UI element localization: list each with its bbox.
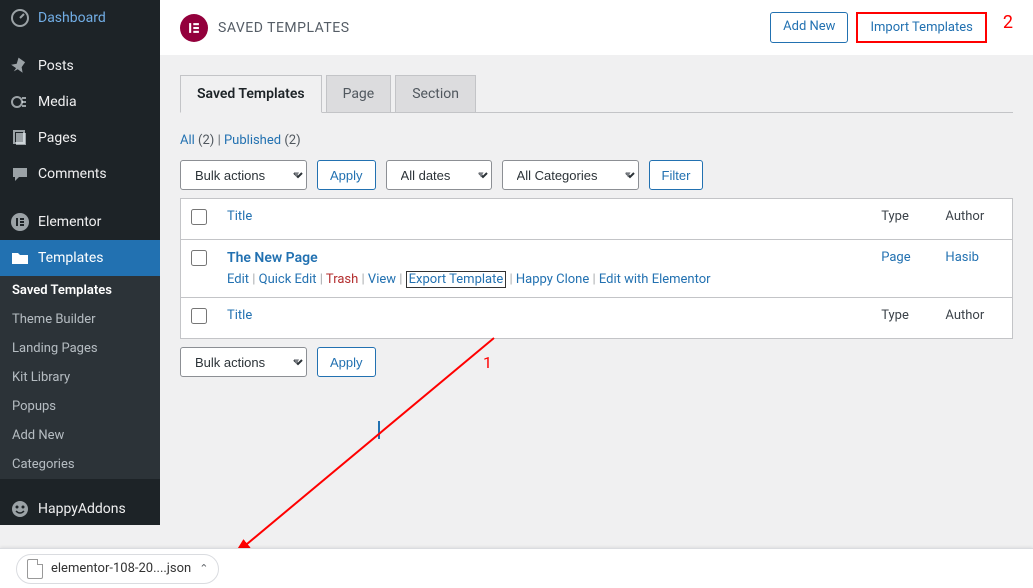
select-all-header <box>181 199 218 240</box>
header-actions: Add New Import Templates 2 <box>770 12 1013 43</box>
sidebar-item-posts[interactable]: Posts <box>0 48 160 84</box>
sub-categories[interactable]: Categories <box>0 450 160 479</box>
admin-sidebar: Dashboard Posts Media Pages Comments Ele… <box>0 0 160 525</box>
all-count: (2) <box>198 133 214 148</box>
row-title-link[interactable]: The New Page <box>227 250 318 266</box>
sidebar-label: Comments <box>38 166 107 182</box>
bulk-actions-select[interactable]: Bulk actions <box>180 160 307 190</box>
import-templates-button[interactable]: Import Templates <box>858 14 984 41</box>
sidebar-item-pages[interactable]: Pages <box>0 120 160 156</box>
elementor-icon <box>10 212 30 232</box>
action-trash[interactable]: Trash <box>326 272 358 287</box>
tablenav-top: Bulk actions Apply All dates All Categor… <box>180 160 1013 190</box>
col-title-footer[interactable]: Title <box>217 298 871 339</box>
annotation-1: 1 <box>483 353 492 372</box>
sub-kit-library[interactable]: Kit Library <box>0 363 160 392</box>
pin-icon <box>10 56 30 76</box>
row-checkbox[interactable] <box>191 250 207 266</box>
download-filename: elementor-108-20....json <box>51 561 191 576</box>
bulk-actions-select-bottom[interactable]: Bulk actions <box>180 347 307 377</box>
sidebar-item-media[interactable]: Media <box>0 84 160 120</box>
add-new-button[interactable]: Add New <box>770 12 848 43</box>
main-content: SAVED TEMPLATES Add New Import Templates… <box>160 0 1033 405</box>
tablenav-bottom: Bulk actions Apply <box>180 347 1013 377</box>
row-type[interactable]: Page <box>881 250 910 265</box>
filter-published[interactable]: Published <box>224 133 281 148</box>
action-happy-clone[interactable]: Happy Clone <box>516 272 589 287</box>
sidebar-label: Templates <box>38 250 104 266</box>
sub-add-new[interactable]: Add New <box>0 421 160 450</box>
comments-icon <box>10 164 30 184</box>
apply-button-top[interactable]: Apply <box>317 160 376 190</box>
chevron-up-icon: ⌃ <box>199 562 208 575</box>
select-all-checkbox-footer[interactable] <box>191 308 207 324</box>
col-type-footer: Type <box>871 298 935 339</box>
col-author-footer: Author <box>935 298 1012 339</box>
pages-icon <box>10 128 30 148</box>
sidebar-item-comments[interactable]: Comments <box>0 156 160 192</box>
col-type: Type <box>871 199 935 240</box>
import-highlight-box: Import Templates <box>856 12 986 43</box>
download-item[interactable]: elementor-108-20....json ⌃ <box>16 554 219 584</box>
tab-saved-templates[interactable]: Saved Templates <box>180 75 322 113</box>
sub-theme-builder[interactable]: Theme Builder <box>0 305 160 334</box>
sidebar-item-elementor[interactable]: Elementor <box>0 204 160 240</box>
sidebar-item-happyaddons[interactable]: HappyAddons <box>0 491 160 527</box>
action-export-template[interactable]: Export Template <box>406 271 507 288</box>
date-filter-select[interactable]: All dates <box>386 160 492 190</box>
templates-table: Title Type Author The New Page Edit | Qu… <box>180 198 1013 339</box>
status-filter-links: All (2) | Published (2) <box>180 133 1013 148</box>
select-all-checkbox[interactable] <box>191 209 207 225</box>
row-author[interactable]: Hasib <box>945 250 979 265</box>
sidebar-label: Elementor <box>38 214 101 230</box>
annotation-2: 2 <box>1003 12 1013 43</box>
filter-all[interactable]: All <box>180 133 195 148</box>
category-filter-select[interactable]: All Categories <box>502 160 639 190</box>
sidebar-label: HappyAddons <box>38 501 126 517</box>
sidebar-label: Pages <box>38 130 77 146</box>
happyaddons-icon <box>10 499 30 519</box>
col-title[interactable]: Title <box>217 199 871 240</box>
action-edit-elementor[interactable]: Edit with Elementor <box>599 272 711 287</box>
sidebar-label: Posts <box>38 58 74 74</box>
browser-download-bar: elementor-108-20....json ⌃ <box>0 548 1033 588</box>
sub-saved-templates[interactable]: Saved Templates <box>0 276 160 305</box>
page-title: SAVED TEMPLATES <box>218 20 350 36</box>
folder-icon <box>10 248 30 268</box>
action-edit[interactable]: Edit <box>227 272 249 287</box>
filter-button[interactable]: Filter <box>649 160 704 190</box>
file-icon <box>27 559 43 579</box>
sidebar-item-dashboard[interactable]: Dashboard <box>0 0 160 36</box>
action-view[interactable]: View <box>368 272 396 287</box>
dashboard-icon <box>10 8 30 28</box>
sidebar-submenu-templates: Saved Templates Theme Builder Landing Pa… <box>0 276 160 479</box>
sub-landing-pages[interactable]: Landing Pages <box>0 334 160 363</box>
content-area: Saved Templates Page Section All (2) | P… <box>160 55 1033 405</box>
tab-page[interactable]: Page <box>326 75 392 112</box>
table-row: The New Page Edit | Quick Edit | Trash |… <box>181 240 1013 298</box>
col-author: Author <box>935 199 1012 240</box>
action-quick-edit[interactable]: Quick Edit <box>259 272 317 287</box>
sub-popups[interactable]: Popups <box>0 392 160 421</box>
tab-section[interactable]: Section <box>395 75 476 112</box>
sidebar-item-templates[interactable]: Templates <box>0 240 160 276</box>
published-count: (2) <box>284 133 300 148</box>
sidebar-label: Dashboard <box>38 10 106 26</box>
elementor-logo <box>180 14 208 42</box>
template-tabs: Saved Templates Page Section <box>180 75 1013 113</box>
page-header: SAVED TEMPLATES Add New Import Templates… <box>160 0 1033 55</box>
sidebar-label: Media <box>38 94 77 110</box>
row-actions: Edit | Quick Edit | Trash | View | Expor… <box>227 272 861 287</box>
media-icon <box>10 92 30 112</box>
text-cursor-icon <box>378 421 380 439</box>
apply-button-bottom[interactable]: Apply <box>317 347 376 377</box>
